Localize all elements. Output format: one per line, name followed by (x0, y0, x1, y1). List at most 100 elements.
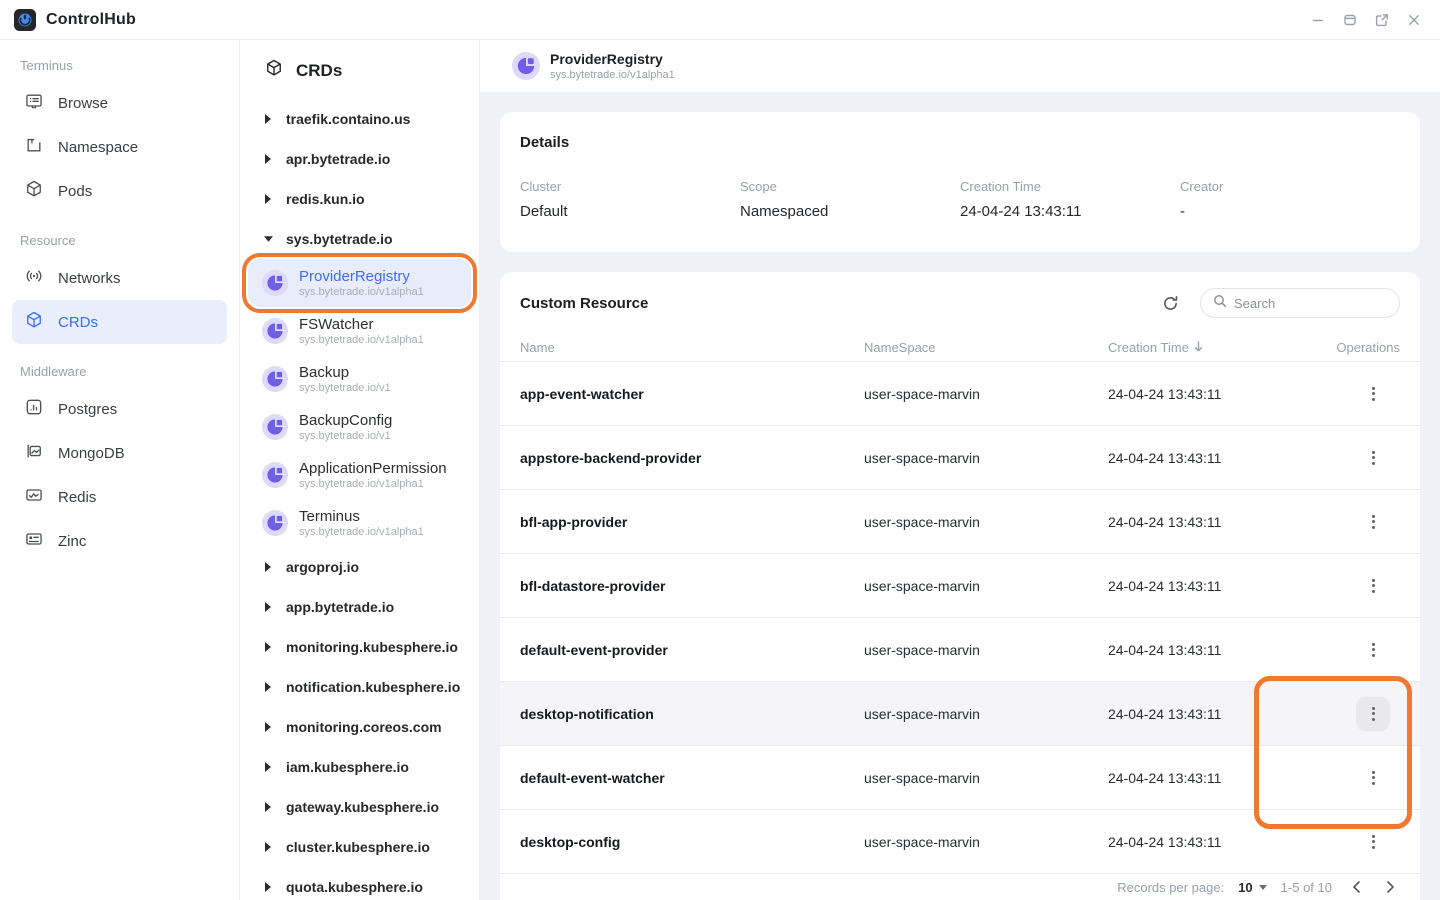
field-value: 24-04-24 13:43:11 (960, 203, 1180, 220)
refresh-button[interactable] (1158, 291, 1182, 315)
row-actions-button[interactable] (1356, 697, 1390, 731)
search-box[interactable] (1200, 288, 1400, 318)
crd-group-apr[interactable]: apr.bytetrade.io (240, 139, 479, 179)
cr-creation-time: 24-04-24 13:43:11 (1108, 450, 1280, 466)
field-label: Scope (740, 179, 960, 194)
cr-creation-time: 24-04-24 13:43:11 (1108, 834, 1280, 850)
sidebar-item-crds[interactable]: CRDs (12, 300, 227, 344)
crd-group-label: monitoring.coreos.com (286, 719, 442, 735)
chevron-right-icon (264, 114, 273, 124)
table-row-highlighted[interactable]: desktop-notification user-space-marvin 2… (500, 682, 1420, 746)
field-label: Cluster (520, 179, 740, 194)
main-content: ProviderRegistry sys.bytetrade.io/v1alph… (480, 40, 1440, 900)
crd-group-gateway-kubesphere[interactable]: gateway.kubesphere.io (240, 787, 479, 827)
per-page-select[interactable]: 10 (1238, 880, 1266, 895)
table-row[interactable]: default-event-watcher user-space-marvin … (500, 746, 1420, 810)
crd-item-name: ProviderRegistry (299, 268, 424, 286)
crd-tree: traefik.containo.us apr.bytetrade.io red… (240, 95, 479, 900)
kebab-menu-icon (1372, 579, 1375, 593)
crd-item-applicationpermission[interactable]: ApplicationPermissionsys.bytetrade.io/v1… (248, 451, 471, 499)
row-actions-button[interactable] (1356, 441, 1390, 475)
crd-group-monitoring-coreos[interactable]: monitoring.coreos.com (240, 707, 479, 747)
sidebar-section-middleware: Middleware (0, 354, 239, 387)
crd-group-app-bytetrade[interactable]: app.bytetrade.io (240, 587, 479, 627)
kebab-menu-icon (1372, 515, 1375, 529)
cr-namespace: user-space-marvin (864, 578, 1108, 594)
browse-icon (24, 91, 44, 115)
table-row[interactable]: app-event-watcher user-space-marvin 24-0… (500, 362, 1420, 426)
table-row[interactable]: appstore-backend-provider user-space-mar… (500, 426, 1420, 490)
postgres-icon (24, 397, 44, 421)
sidebar-item-postgres[interactable]: Postgres (12, 387, 227, 431)
crd-group-traefik[interactable]: traefik.containo.us (240, 99, 479, 139)
next-page-button[interactable] (1380, 877, 1400, 897)
crd-group-redis-kun[interactable]: redis.kun.io (240, 179, 479, 219)
cr-creation-time: 24-04-24 13:43:11 (1108, 642, 1280, 658)
row-actions-button[interactable] (1356, 377, 1390, 411)
table-row[interactable]: desktop-config user-space-marvin 24-04-2… (500, 810, 1420, 874)
table-row[interactable]: default-event-provider user-space-marvin… (500, 618, 1420, 682)
row-actions-button[interactable] (1356, 633, 1390, 667)
cr-namespace: user-space-marvin (864, 450, 1108, 466)
chevron-right-icon (264, 722, 273, 732)
sidebar-item-mongodb[interactable]: MongoDB (12, 431, 227, 475)
caret-down-icon (1259, 885, 1267, 890)
row-actions-button[interactable] (1356, 761, 1390, 795)
cr-name: appstore-backend-provider (520, 450, 864, 466)
sidebar-item-redis[interactable]: Redis (12, 475, 227, 519)
column-header-creation-time[interactable]: Creation Time (1108, 340, 1280, 355)
sidebar-item-pods[interactable]: Pods (12, 169, 227, 213)
sidebar-item-zinc[interactable]: Zinc (12, 519, 227, 563)
crd-item-api: sys.bytetrade.io/v1 (299, 430, 392, 443)
crd-group-cluster-kubesphere[interactable]: cluster.kubesphere.io (240, 827, 479, 867)
crd-group-notification-kubesphere[interactable]: notification.kubesphere.io (240, 667, 479, 707)
row-actions-button[interactable] (1356, 569, 1390, 603)
crd-group-label: iam.kubesphere.io (286, 759, 409, 775)
crd-item-terminus[interactable]: Terminussys.bytetrade.io/v1alpha1 (248, 499, 471, 547)
crd-item-backup[interactable]: Backupsys.bytetrade.io/v1 (248, 355, 471, 403)
crd-item-providerregistry[interactable]: ProviderRegistrysys.bytetrade.io/v1alpha… (248, 259, 471, 307)
detail-field-creation-time: Creation Time 24-04-24 13:43:11 (960, 179, 1180, 220)
cr-name: desktop-notification (520, 706, 864, 722)
crd-item-backupconfig[interactable]: BackupConfigsys.bytetrade.io/v1 (248, 403, 471, 451)
row-actions-button[interactable] (1356, 825, 1390, 859)
row-actions-button[interactable] (1356, 505, 1390, 539)
field-value: Namespaced (740, 203, 960, 220)
sidebar-section-resource: Resource (0, 223, 239, 256)
table-row[interactable]: bfl-datastore-provider user-space-marvin… (500, 554, 1420, 618)
crd-tree-panel: CRDs traefik.containo.us apr.bytetrade.i… (240, 40, 480, 900)
sidebar-item-label: Browse (58, 95, 108, 112)
maximize-icon[interactable] (1338, 8, 1362, 32)
crd-group-label: gateway.kubesphere.io (286, 799, 439, 815)
sidebar-item-networks[interactable]: Networks (12, 256, 227, 300)
crd-item-fswatcher[interactable]: FSWatchersys.bytetrade.io/v1alpha1 (248, 307, 471, 355)
field-value: - (1180, 203, 1400, 220)
chevron-right-icon (264, 194, 273, 204)
crd-group-label: argoproj.io (286, 559, 359, 575)
table-row[interactable]: bfl-app-provider user-space-marvin 24-04… (500, 490, 1420, 554)
page-range: 1-5 of 10 (1281, 880, 1332, 895)
cr-name: default-event-watcher (520, 770, 864, 786)
crd-kind-icon (262, 366, 288, 392)
search-input[interactable] (1234, 296, 1387, 311)
open-external-icon[interactable] (1370, 8, 1394, 32)
crd-group-label: monitoring.kubesphere.io (286, 639, 458, 655)
crd-group-argoproj[interactable]: argoproj.io (240, 547, 479, 587)
crd-group-iam-kubesphere[interactable]: iam.kubesphere.io (240, 747, 479, 787)
chevron-right-icon (264, 842, 273, 852)
detail-field-scope: Scope Namespaced (740, 179, 960, 220)
app-title: ControlHub (46, 11, 136, 29)
sidebar-item-label: Redis (58, 489, 96, 506)
crd-group-monitoring-kubesphere[interactable]: monitoring.kubesphere.io (240, 627, 479, 667)
kebab-menu-icon (1372, 451, 1375, 465)
crd-kind-icon (512, 52, 540, 80)
sidebar-item-browse[interactable]: Browse (12, 81, 227, 125)
sidebar-item-namespace[interactable]: Namespace (12, 125, 227, 169)
prev-page-button[interactable] (1346, 877, 1366, 897)
crd-panel-title: CRDs (296, 61, 342, 81)
minimize-icon[interactable] (1306, 8, 1330, 32)
cr-namespace: user-space-marvin (864, 386, 1108, 402)
crd-group-quota-kubesphere[interactable]: quota.kubesphere.io (240, 867, 479, 900)
close-icon[interactable] (1402, 8, 1426, 32)
crd-group-sys-bytetrade[interactable]: sys.bytetrade.io (240, 219, 479, 259)
